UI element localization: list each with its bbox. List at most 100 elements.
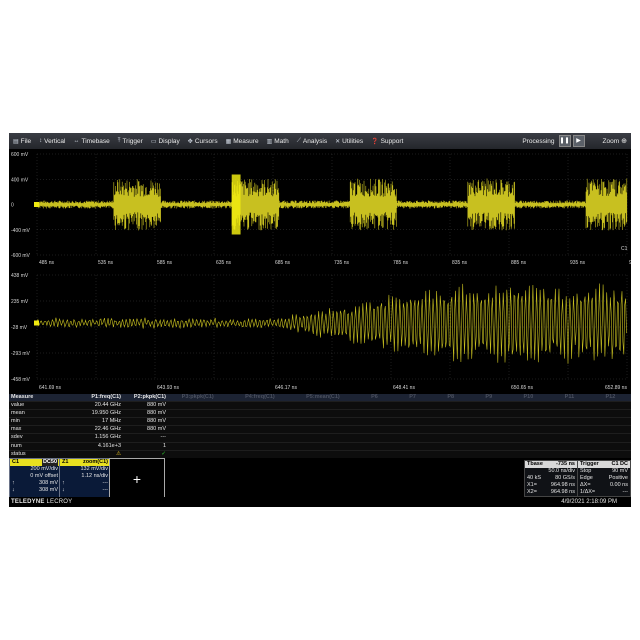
menu-vertical[interactable]: ↕ Vertical: [35, 133, 69, 149]
processing-label: Processing: [522, 137, 555, 145]
menu-math[interactable]: ▥ Math: [263, 133, 293, 149]
measure-empty-header[interactable]: P10: [524, 394, 534, 401]
measure-row-mean: mean 19.950 GHz 880 mV: [9, 410, 631, 419]
measure-num-label: num: [11, 442, 22, 449]
brand-logo: TELEDYNE LECROY: [9, 499, 72, 505]
menu-timebase-label: Timebase: [81, 137, 110, 145]
timebase-row: 40 kS 80 GS/s: [525, 475, 577, 482]
menu-trigger-label: Trigger: [122, 137, 143, 145]
measure-p1-header[interactable]: P1:freq(C1): [61, 394, 121, 401]
measure-max-p1: 22.46 GHz: [94, 426, 121, 433]
measure-row-value: value 20.44 GHz 880 mV: [9, 402, 631, 411]
c1-ground-marker[interactable]: [34, 202, 39, 207]
timebase-row-b: 964.98 ns: [550, 482, 575, 488]
measure-row-num: num 4.161e+3 1: [9, 443, 631, 451]
measure-min-p1: 17 MHz: [102, 418, 121, 425]
zoom-x-tick-label: 652.89 ns: [605, 385, 627, 391]
timebase-row: X2= 964.98 ns: [525, 489, 577, 496]
measure-empty-headers: P3:pkpk(C1) P4:freq(C1) P5:mean(C1) P6 P7 P8 P…: [166, 394, 631, 401]
measure-sdev-label: sdev: [11, 434, 23, 441]
add-trace-button[interactable]: +: [109, 458, 165, 499]
measure-empty-header[interactable]: P11: [565, 394, 574, 401]
timebase-row-b: 80 GS/s: [555, 475, 575, 481]
z1-ground-marker[interactable]: [34, 320, 39, 326]
measure-status-p2: ✓: [161, 450, 166, 457]
measure-title: Measure: [11, 394, 34, 400]
timebase-descriptor[interactable]: Tbase -735 ns 50.0 ns/div 40 kS 80 GS/s X1=…: [524, 460, 578, 497]
c1-coupling-badge: DC50: [41, 459, 58, 466]
z1-descriptor[interactable]: Z1 zoom(C1) 132 mV/div 1.12 ns/div ↑ --- …: [59, 458, 111, 499]
zoom-icon[interactable]: ⊕: [621, 137, 627, 145]
descriptor-dock: C1 DC50 200 mV/div 0 mV offset ↑ 308 mV ↓…: [9, 458, 631, 499]
zoom-y-tick-label: 438 mV: [11, 273, 29, 279]
menu-support[interactable]: ❓ Support: [367, 133, 407, 149]
measure-empty-header[interactable]: P7: [409, 394, 416, 401]
timebase-label: Tbase: [527, 461, 543, 467]
zoom-label[interactable]: Zoom: [603, 138, 620, 145]
measure-empty-header[interactable]: P8: [447, 394, 454, 401]
menu-math-label: Math: [274, 137, 289, 145]
menu-timebase[interactable]: ↔ Timebase: [69, 133, 113, 149]
c1-offset-line: 0 mV offset: [10, 473, 60, 480]
menu-analysis[interactable]: ⟋ Analysis: [293, 133, 331, 149]
zoom-region-highlight[interactable]: [231, 174, 241, 235]
menu-file[interactable]: ▤ File: [9, 133, 35, 149]
trigger-source: C1 DC: [611, 461, 628, 467]
menu-vertical-label: Vertical: [44, 137, 66, 145]
measure-mean-p1: 19.950 GHz: [91, 410, 121, 417]
measure-empty-header[interactable]: P5:mean(C1): [306, 394, 340, 401]
measure-empty-header[interactable]: P4:freq(C1): [245, 394, 275, 401]
measure-value-p2: 880 mV: [147, 402, 166, 409]
measure-value-label: value: [11, 402, 25, 409]
trigger-row-a: Stop: [580, 468, 592, 474]
zoom-x-tick-label: 648.41 ns: [393, 385, 415, 391]
measure-num-p1: 4.161e+3: [97, 442, 121, 449]
vertical-icon: ↕: [39, 138, 43, 144]
trigger-descriptor[interactable]: Trigger C1 DC Stop 90 mV Edge Positive ΔX= 0.…: [577, 460, 631, 497]
play-icon[interactable]: ▶: [572, 135, 585, 147]
cursors-icon: ✥: [187, 138, 193, 145]
utilities-icon: ✕: [335, 138, 341, 145]
trigger-head: Trigger C1 DC: [578, 461, 630, 468]
measure-empty-header[interactable]: P9: [485, 394, 492, 401]
display-icon: ▭: [150, 138, 157, 145]
zoom-waveform-panel[interactable]: 438 mV 235 mV -28 mV -293 mV -458 mV 641.69 n…: [9, 271, 631, 393]
timebase-head: Tbase -735 ns: [525, 461, 577, 468]
c1-value-3: 308 mV: [39, 480, 58, 486]
timebase-row-a: 40 kS: [527, 475, 542, 481]
measure-empty-header[interactable]: P3:pkpk(C1): [182, 394, 214, 401]
measure-empty-header[interactable]: P6: [371, 394, 378, 401]
c1-line4: ↓ 308 mV: [12, 487, 58, 493]
measure-table[interactable]: Measure P1:freq(C1) P2:pkpk(C1) P3:pkpk(…: [9, 394, 631, 459]
z1-name: Z1: [62, 459, 69, 465]
z1-value-3: ---: [102, 480, 109, 486]
menu-analysis-label: Analysis: [302, 137, 328, 145]
zoom-x-tick-label: 650.65 ns: [511, 385, 533, 391]
c1-descriptor[interactable]: C1 DC50 200 mV/div 0 mV offset ↑ 308 mV ↓…: [9, 458, 61, 499]
trigger-row-a: 1/ΔX=: [580, 489, 596, 495]
trigger-row: 1/ΔX= ---: [578, 489, 630, 496]
top-waveform-panel[interactable]: 600 mV 400 mV 0 -400 mV -600 mV 485 ns 535 ns 5…: [9, 150, 631, 268]
measure-p2-header[interactable]: P2:pkpk(C1): [121, 394, 166, 401]
measure-empty-header[interactable]: P12: [606, 394, 616, 401]
menu-trigger[interactable]: ⤒ Trigger: [114, 133, 147, 149]
timebase-row-b: 50.0 ns/div: [548, 468, 575, 474]
timebase-row-a: X2=: [527, 489, 537, 495]
top-x-tick-label: 835 ns: [452, 260, 468, 266]
top-y-tick-label: -600 mV: [11, 253, 31, 259]
top-x-tick-label: 635 ns: [216, 260, 232, 266]
top-y-tick-label: -400 mV: [11, 228, 31, 234]
z1-descriptor-head: Z1 zoom(C1): [60, 459, 110, 466]
pause-icon[interactable]: ❚❚: [558, 135, 571, 147]
menu-cursors[interactable]: ✥ Cursors: [184, 133, 222, 149]
c1-vdiv: 200 mV/div: [30, 466, 58, 472]
menu-display[interactable]: ▭ Display: [147, 133, 184, 149]
menu-bar: ▤ File ↕ Vertical ↔ Timebase ⤒ Trigger ▭ Display ✥…: [9, 133, 631, 149]
measure-sdev-p1: 1.156 GHz: [94, 434, 121, 441]
z1-vdiv: 132 mV/div: [80, 466, 108, 472]
menu-measure[interactable]: ▦ Measure: [222, 133, 263, 149]
top-x-tick-label: 935 ns: [570, 260, 586, 266]
measure-row-max: max 22.46 GHz 880 mV: [9, 426, 631, 435]
menu-utilities[interactable]: ✕ Utilities: [331, 133, 367, 149]
analysis-icon: ⟋: [296, 137, 301, 144]
